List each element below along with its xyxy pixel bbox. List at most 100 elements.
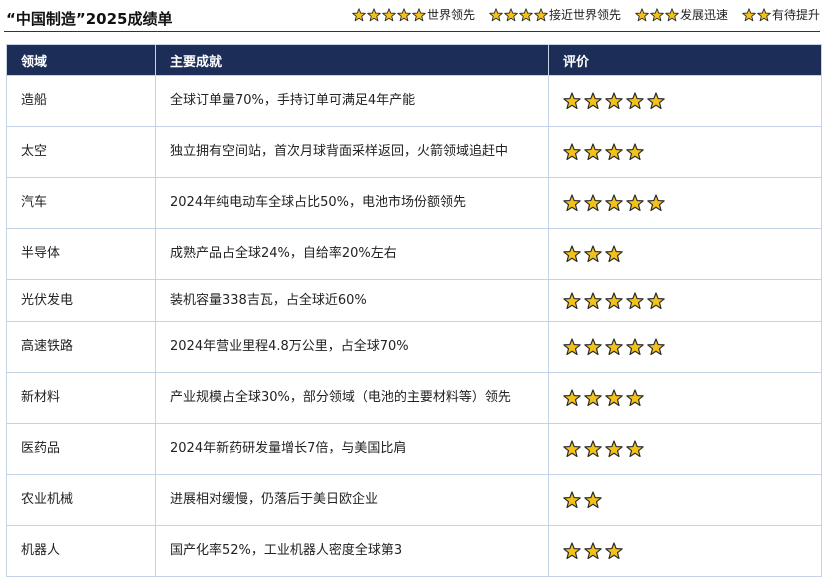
star-icon <box>605 92 623 110</box>
star-icon <box>489 7 503 22</box>
star-icon <box>519 7 533 22</box>
star-icon <box>584 143 602 161</box>
legend-stars <box>742 7 772 22</box>
rating-cell <box>548 126 822 178</box>
star-icon <box>605 245 623 263</box>
rating-cell <box>548 321 822 373</box>
star-icon <box>650 7 664 22</box>
star-icon <box>584 338 602 356</box>
star-icon <box>412 7 426 22</box>
rating-cell <box>548 75 822 127</box>
achievement-cell: 全球订单量70%，手持订单可满足4年产能 <box>155 75 549 127</box>
star-rating <box>563 143 807 161</box>
star-icon <box>626 389 644 407</box>
star-icon <box>563 143 581 161</box>
title-divider <box>4 31 820 32</box>
star-rating <box>563 245 807 263</box>
page-header: “中国制造”2025成绩单 世界领先 接近世界领先 发展迅速 有待提升 <box>4 0 820 34</box>
field-cell: 高速铁路 <box>6 321 156 373</box>
star-icon <box>563 245 581 263</box>
achievement-cell: 装机容量338吉瓦，占全球近60% <box>155 279 549 322</box>
star-icon <box>626 194 644 212</box>
star-rating <box>563 440 807 458</box>
star-icon <box>352 7 366 22</box>
legend-label: 发展迅速 <box>679 8 728 22</box>
achievement-cell: 2024年新药研发量增长7倍，与美国比肩 <box>155 423 549 475</box>
star-icon <box>563 440 581 458</box>
table-row: 机器人 国产化率52%，工业机器人密度全球第3 <box>6 525 822 577</box>
star-rating <box>563 92 807 110</box>
star-icon <box>534 7 548 22</box>
star-icon <box>605 338 623 356</box>
achievement-cell: 进展相对缓慢，仍落后于美日欧企业 <box>155 474 549 526</box>
legend-item: 世界领先 <box>352 6 475 23</box>
rating-cell <box>548 372 822 424</box>
rating-cell <box>548 474 822 526</box>
column-header-rating: 评价 <box>548 44 822 76</box>
legend-stars <box>352 7 427 22</box>
star-icon <box>626 143 644 161</box>
column-header-field: 领域 <box>6 44 156 76</box>
field-cell: 汽车 <box>6 177 156 229</box>
star-icon <box>626 92 644 110</box>
star-rating <box>563 491 807 509</box>
star-icon <box>635 7 649 22</box>
table-row: 光伏发电 装机容量338吉瓦，占全球近60% <box>6 279 822 322</box>
rating-cell <box>548 228 822 280</box>
star-icon <box>563 542 581 560</box>
star-rating <box>563 291 807 310</box>
star-icon <box>563 389 581 407</box>
star-icon <box>504 7 518 22</box>
star-icon <box>584 194 602 212</box>
table-row: 医药品 2024年新药研发量增长7倍，与美国比肩 <box>6 423 822 475</box>
achievement-table: 领域 主要成就 评价 造船 全球订单量70%，手持订单可满足4年产能 太空 独立… <box>6 44 822 577</box>
legend-item: 接近世界领先 <box>489 6 621 23</box>
field-cell: 医药品 <box>6 423 156 475</box>
star-icon <box>647 194 665 212</box>
star-icon <box>665 7 679 22</box>
field-cell: 新材料 <box>6 372 156 424</box>
star-icon <box>584 245 602 263</box>
legend-item: 发展迅速 <box>635 6 728 23</box>
table-row: 半导体 成熟产品占全球24%，自给率20%左右 <box>6 228 822 280</box>
field-cell: 光伏发电 <box>6 279 156 322</box>
legend-stars <box>489 7 549 22</box>
star-icon <box>563 338 581 356</box>
table-row: 太空 独立拥有空间站，首次月球背面采样返回，火箭领域追赶中 <box>6 126 822 178</box>
achievement-cell: 2024年纯电动车全球占比50%，电池市场份额领先 <box>155 177 549 229</box>
table-row: 农业机械 进展相对缓慢，仍落后于美日欧企业 <box>6 474 822 526</box>
field-cell: 机器人 <box>6 525 156 577</box>
star-icon <box>584 389 602 407</box>
star-icon <box>563 92 581 110</box>
star-icon <box>742 7 756 22</box>
star-icon <box>605 440 623 458</box>
star-icon <box>605 291 623 310</box>
achievement-cell: 2024年营业里程4.8万公里，占全球70% <box>155 321 549 373</box>
star-icon <box>647 291 665 310</box>
star-icon <box>605 389 623 407</box>
star-icon <box>626 291 644 310</box>
rating-cell <box>548 423 822 475</box>
table-header-row: 领域 主要成就 评价 <box>6 44 822 76</box>
table-row: 汽车 2024年纯电动车全球占比50%，电池市场份额领先 <box>6 177 822 229</box>
star-icon <box>647 338 665 356</box>
star-icon <box>382 7 396 22</box>
star-icon <box>605 143 623 161</box>
star-rating <box>563 542 807 560</box>
achievement-cell: 产业规模占全球30%，部分领域（电池的主要材料等）领先 <box>155 372 549 424</box>
star-icon <box>584 491 602 509</box>
table-row: 造船 全球订单量70%，手持订单可满足4年产能 <box>6 75 822 127</box>
star-icon <box>584 542 602 560</box>
star-icon <box>584 92 602 110</box>
legend-label: 接近世界领先 <box>548 8 621 22</box>
star-icon <box>647 92 665 110</box>
star-rating <box>563 194 807 212</box>
legend-label: 世界领先 <box>426 8 475 22</box>
star-icon <box>626 440 644 458</box>
achievement-cell: 独立拥有空间站，首次月球背面采样返回，火箭领域追赶中 <box>155 126 549 178</box>
field-cell: 太空 <box>6 126 156 178</box>
star-icon <box>563 194 581 212</box>
star-icon <box>584 291 602 310</box>
legend-stars <box>635 7 680 22</box>
achievement-cell: 成熟产品占全球24%，自给率20%左右 <box>155 228 549 280</box>
